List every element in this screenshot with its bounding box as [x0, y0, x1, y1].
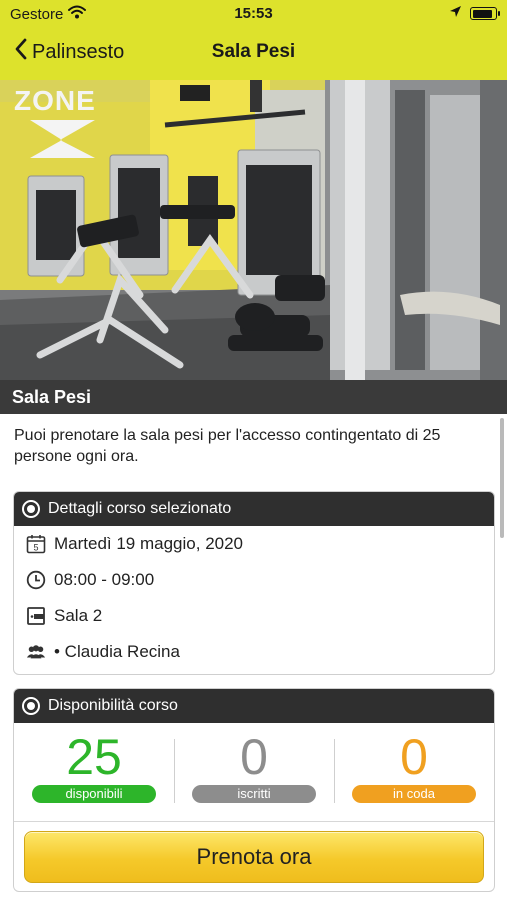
radio-selected-icon: [22, 697, 40, 715]
enrolled-label: iscritti: [192, 785, 316, 803]
counter-available: 25 disponibili: [14, 731, 174, 807]
availability-title: Disponibilità corso: [48, 697, 178, 714]
course-time-row: 08:00 - 09:00: [14, 562, 494, 598]
course-details-card: Dettagli corso selezionato 5 Martedì 19 …: [13, 491, 495, 675]
counter-enrolled: 0 iscritti: [174, 731, 334, 807]
chevron-left-icon: [14, 38, 28, 66]
course-room: Sala 2: [54, 606, 103, 625]
intro-text: Puoi prenotare la sala pesi per l'access…: [14, 427, 441, 465]
navigation-bar: Palinsesto Sala Pesi: [0, 30, 507, 76]
people-icon: [26, 642, 46, 662]
divider: [14, 821, 494, 822]
course-details-title: Dettagli corso selezionato: [48, 500, 232, 517]
course-date-row: 5 Martedì 19 maggio, 2020: [14, 526, 494, 562]
wall-zone-text: ZONE: [14, 85, 96, 116]
enrolled-count: 0: [240, 729, 268, 785]
battery-icon: [470, 7, 500, 20]
course-instructor: • Claudia Recina: [54, 642, 180, 661]
available-label: disponibili: [32, 785, 156, 803]
calendar-day-number: 5: [33, 543, 38, 553]
course-date: Martedì 19 maggio, 2020: [54, 534, 244, 553]
radio-selected-icon: [22, 500, 40, 518]
top-bar: Gestore 15:53 Palinsesto Sala Pesi: [0, 0, 507, 80]
scroll-indicator[interactable]: [500, 418, 504, 538]
course-time: 08:00 - 09:00: [54, 570, 155, 589]
clock-icon: [26, 570, 46, 590]
status-right: [449, 5, 500, 22]
calendar-icon: 5: [26, 534, 46, 554]
status-time: 15:53: [234, 5, 273, 22]
waitlist-count: 0: [400, 729, 428, 785]
status-bar: Gestore 15:53: [0, 0, 507, 28]
course-instructor-row: • Claudia Recina: [14, 634, 494, 670]
back-label: Palinsesto: [32, 40, 125, 63]
room-icon: [26, 606, 46, 626]
counter-waitlist: 0 in coda: [334, 731, 494, 807]
location-arrow-icon: [449, 5, 462, 22]
course-details-header: Dettagli corso selezionato: [14, 492, 494, 526]
waitlist-label: in coda: [352, 785, 476, 803]
availability-header: Disponibilità corso: [14, 689, 494, 723]
available-count: 25: [66, 729, 122, 785]
course-room-row: Sala 2: [14, 598, 494, 634]
book-now-button[interactable]: Prenota ora: [24, 831, 484, 883]
availability-counters: 25 disponibili 0 iscritti 0 in coda: [14, 723, 494, 807]
hero-caption: Sala Pesi: [0, 380, 507, 414]
back-button[interactable]: Palinsesto: [14, 38, 124, 66]
hero-image: ZONE: [0, 80, 507, 380]
availability-card: Disponibilità corso 25 disponibili 0 isc…: [13, 688, 495, 892]
